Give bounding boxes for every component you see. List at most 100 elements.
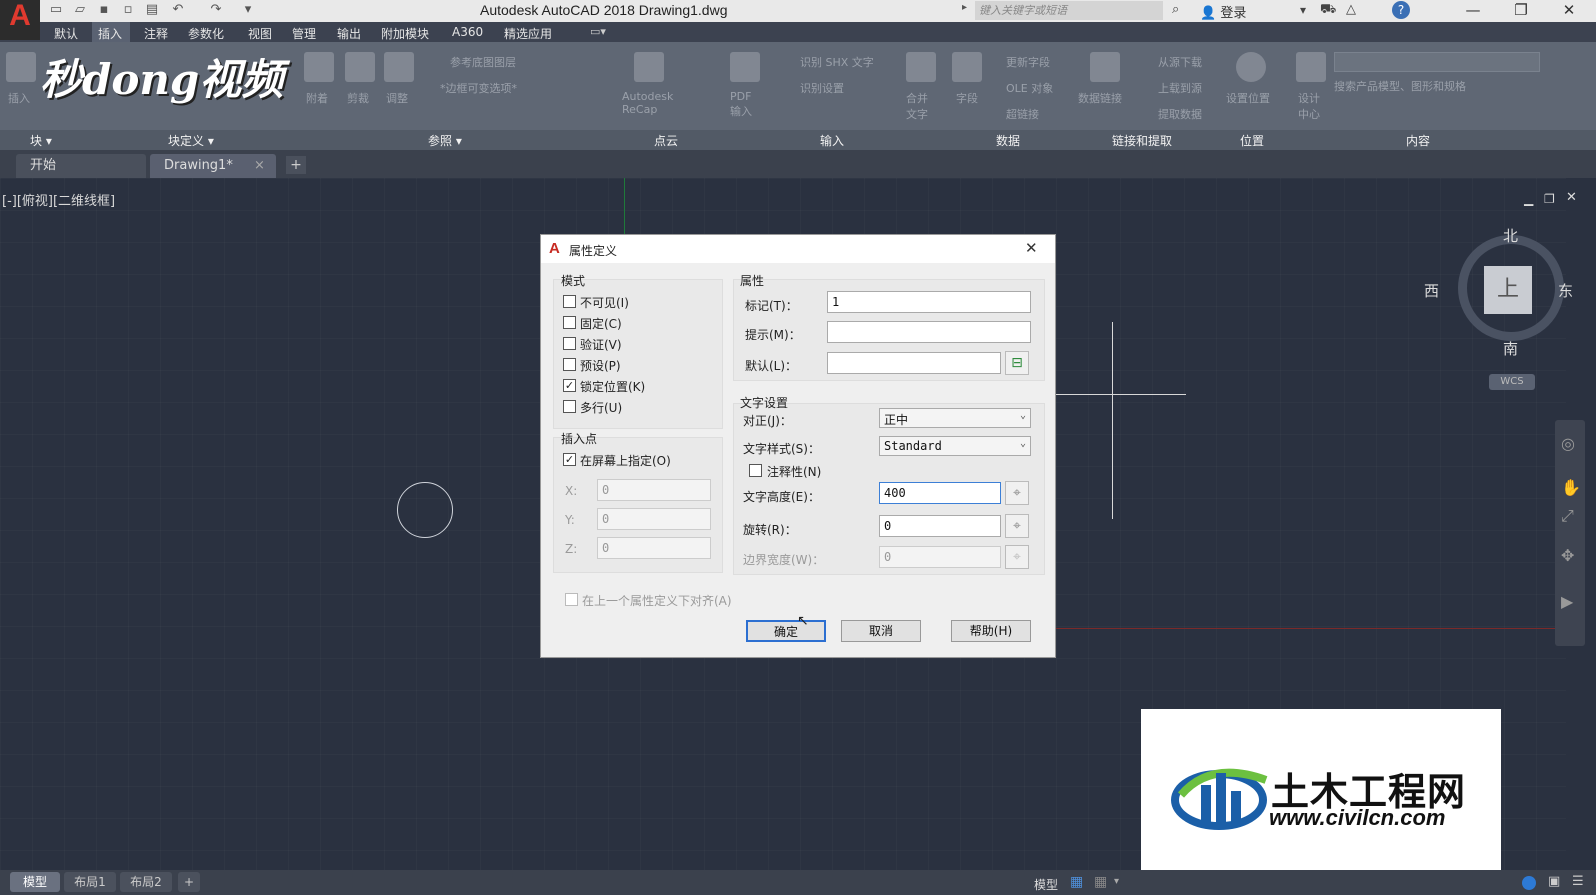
open-file-icon[interactable]: ▱ (72, 2, 88, 18)
tab-model[interactable]: 模型 (10, 872, 60, 892)
default-input[interactable] (827, 352, 1001, 374)
y-input[interactable]: 0 (597, 508, 711, 530)
align-below-checkbox[interactable] (565, 593, 578, 606)
circle-entity[interactable] (397, 482, 453, 538)
new-tab-button[interactable]: + (286, 156, 306, 174)
annotative-label[interactable]: 注释性(N) (767, 463, 821, 480)
design-center-icon[interactable] (1296, 52, 1326, 82)
viewport-restore-icon[interactable]: ❐ (1544, 192, 1555, 206)
verify-checkbox[interactable] (563, 337, 576, 350)
save-as-icon[interactable]: ▫ (120, 2, 136, 18)
cart-icon[interactable]: ⛟ (1320, 2, 1336, 19)
adjust-icon[interactable] (384, 52, 414, 82)
boundary-width-input[interactable]: 0 (879, 546, 1001, 568)
restore-button[interactable]: ❐ (1498, 0, 1544, 22)
minimize-button[interactable]: — (1450, 0, 1496, 22)
tag-input[interactable]: 1 (827, 291, 1031, 313)
insert-block-icon[interactable] (6, 52, 36, 82)
panel-location[interactable]: 位置 (1240, 132, 1264, 149)
a360-icon[interactable]: △ (1346, 2, 1356, 17)
binoculars-icon[interactable]: ⌕ (1172, 2, 1179, 17)
prompt-input[interactable] (827, 321, 1031, 343)
redo-icon[interactable]: ↷ (208, 2, 224, 18)
extract-data-button[interactable]: 提取数据 (1158, 106, 1202, 122)
panel-point-cloud[interactable]: 点云 (654, 132, 678, 149)
tab-parametric[interactable]: 参数化 (188, 25, 224, 42)
fullscreen-icon[interactable]: ▣ (1548, 874, 1560, 889)
ribbon-toggle-icon[interactable]: ▭▾ (590, 25, 606, 38)
compass-north[interactable]: 北 (1503, 225, 1518, 246)
field-icon[interactable] (952, 52, 982, 82)
tab-a360[interactable]: A360 (452, 25, 483, 39)
preset-checkbox[interactable] (563, 358, 576, 371)
set-location-icon[interactable] (1236, 52, 1266, 82)
panel-reference[interactable]: 参照 ▾ (428, 132, 462, 149)
update-field-button[interactable]: 更新字段 (1006, 54, 1050, 70)
specify-on-screen-label[interactable]: 在屏幕上指定(O) (580, 452, 671, 469)
viewport-close-icon[interactable]: ✕ (1566, 190, 1577, 205)
data-link-icon[interactable] (1090, 52, 1120, 82)
insert-field-icon[interactable]: ⊟ (1005, 351, 1029, 375)
login-dropdown-icon[interactable]: ▾ (1300, 3, 1306, 17)
snap-dropdown-icon[interactable]: ▾ (1114, 876, 1119, 887)
search-expand-icon[interactable]: ▸ (962, 2, 967, 13)
new-file-icon[interactable]: ▭ (48, 2, 64, 18)
panel-block-definition[interactable]: 块定义 ▾ (168, 132, 214, 149)
recognize-settings-button[interactable]: 识别设置 (800, 80, 844, 96)
invisible-checkbox[interactable] (563, 295, 576, 308)
pick-boundary-icon[interactable]: ⌖ (1005, 545, 1029, 569)
multiline-label[interactable]: 多行(U) (580, 399, 622, 416)
close-window-button[interactable]: ✕ (1546, 0, 1592, 22)
frames-button[interactable]: *边框可变选项* (440, 80, 517, 96)
panel-block[interactable]: 块 ▾ (30, 132, 52, 149)
tab-view[interactable]: 视图 (248, 25, 272, 42)
viewport-controls-label[interactable]: [-][俯视][二维线框] (2, 190, 115, 209)
grid-icon[interactable]: ▦ (1070, 874, 1083, 890)
lock-position-checkbox[interactable]: ✓ (563, 379, 576, 392)
download-source-button[interactable]: 从源下载 (1158, 54, 1202, 70)
multiline-checkbox[interactable] (563, 400, 576, 413)
help-icon[interactable]: ? (1392, 1, 1410, 19)
invisible-label[interactable]: 不可见(I) (580, 294, 629, 311)
wcs-menu[interactable]: WCS (1489, 374, 1535, 390)
pdf-import-icon[interactable] (730, 52, 760, 82)
merge-text-icon[interactable] (906, 52, 936, 82)
text-height-input[interactable]: 400 (879, 482, 1001, 504)
compass-east[interactable]: 东 (1558, 280, 1573, 301)
tab-layout1[interactable]: 布局1 (64, 872, 116, 892)
panel-link-extract[interactable]: 链接和提取 (1112, 132, 1172, 149)
preset-label[interactable]: 预设(P) (580, 357, 621, 374)
recognize-shx-button[interactable]: 识别 SHX 文字 (800, 54, 874, 70)
pan-icon[interactable]: ✋ (1561, 478, 1581, 497)
undo-icon[interactable]: ↶ (170, 2, 186, 18)
text-style-select[interactable]: Standard ⌄ (879, 436, 1031, 456)
add-layout-button[interactable]: + (178, 872, 200, 892)
steering-wheel-icon[interactable]: ◎ (1561, 434, 1575, 453)
pick-height-icon[interactable]: ⌖ (1005, 481, 1029, 505)
content-search-input[interactable] (1334, 52, 1540, 72)
attach-icon[interactable] (304, 52, 334, 82)
underlay-layers-button[interactable]: 参考底图图层 (450, 54, 516, 70)
snap-icon[interactable]: ▦ (1094, 874, 1107, 890)
tab-start[interactable]: 开始 (16, 154, 146, 178)
constant-label[interactable]: 固定(C) (580, 315, 622, 332)
tab-manage[interactable]: 管理 (292, 25, 316, 42)
specify-on-screen-checkbox[interactable]: ✓ (563, 453, 576, 466)
customize-menu-icon[interactable]: ☰ (1572, 874, 1584, 889)
quick-access-dropdown-icon[interactable]: ▾ (240, 2, 256, 18)
panel-data[interactable]: 数据 (996, 132, 1020, 149)
lock-position-label[interactable]: 锁定位置(K) (580, 378, 645, 395)
verify-label[interactable]: 验证(V) (580, 336, 622, 353)
upload-source-button[interactable]: 上载到源 (1158, 80, 1202, 96)
justify-select[interactable]: 正中 ⌄ (879, 408, 1031, 428)
tab-insert[interactable]: 插入 (98, 25, 122, 42)
isolate-objects-icon[interactable] (1522, 876, 1536, 890)
tab-addins[interactable]: 附加模块 (381, 25, 429, 42)
cancel-button[interactable]: 取消 (841, 620, 921, 642)
showmotion-icon[interactable]: ▶ (1561, 592, 1573, 611)
orbit-icon[interactable]: ✥ (1561, 546, 1574, 565)
tab-annotate[interactable]: 注释 (144, 25, 168, 42)
close-tab-icon[interactable]: × (254, 158, 265, 173)
save-icon[interactable]: ▪ (96, 2, 112, 18)
viewcube[interactable]: 上 北 南 东 西 WCS (1424, 220, 1582, 400)
